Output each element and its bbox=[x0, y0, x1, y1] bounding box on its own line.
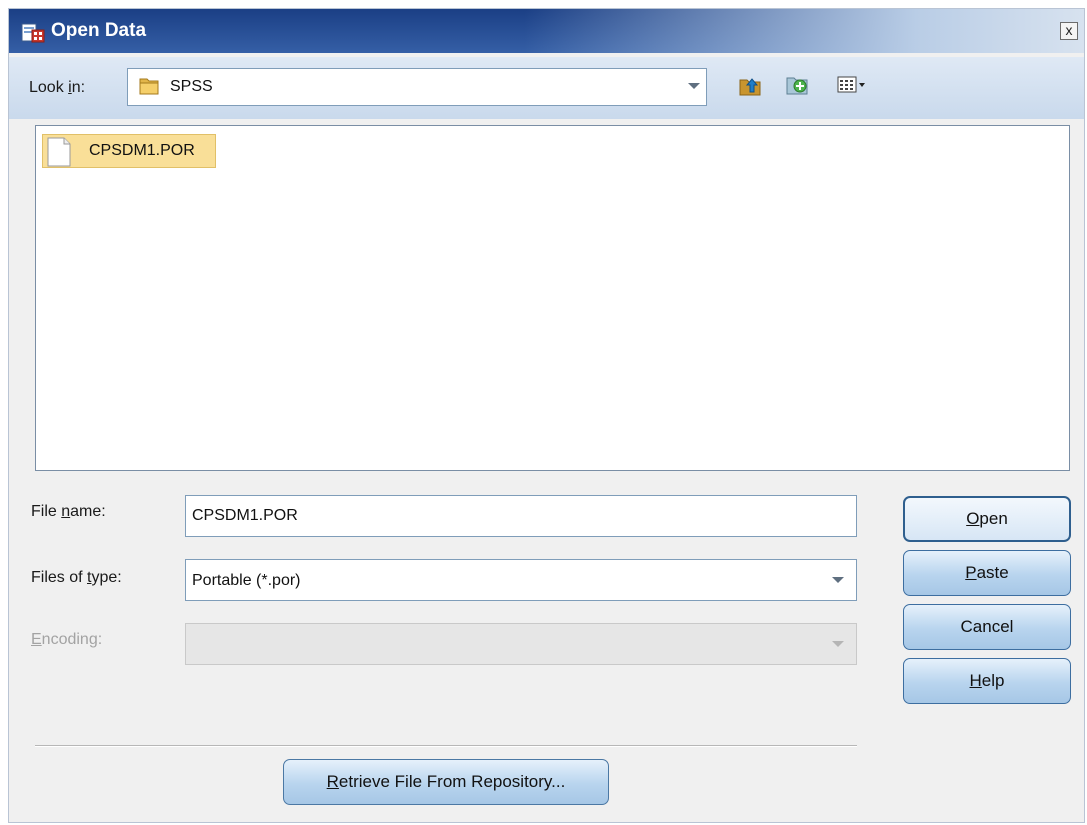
files-of-type-label: Files of type: bbox=[31, 569, 122, 586]
dialog-title: Open Data bbox=[51, 20, 147, 41]
files-of-type-value: Portable (*.por) bbox=[192, 572, 301, 589]
encoding-combo bbox=[185, 623, 857, 665]
file-name-label: File name: bbox=[31, 503, 106, 520]
new-folder-icon[interactable] bbox=[785, 72, 811, 96]
chevron-down-icon[interactable] bbox=[832, 577, 844, 583]
files-of-type-combo[interactable]: Portable (*.por) bbox=[185, 559, 857, 601]
open-data-dialog: Open Data x Look in: SPSS CPSDM1.POR Fil… bbox=[8, 8, 1085, 823]
document-icon bbox=[47, 137, 71, 167]
look-in-bar: Look in: SPSS bbox=[9, 57, 1084, 119]
close-button[interactable]: x bbox=[1060, 22, 1078, 40]
chevron-down-icon[interactable] bbox=[688, 83, 700, 89]
title-bar[interactable]: Open Data x bbox=[9, 9, 1084, 53]
look-in-combo[interactable]: SPSS bbox=[127, 68, 707, 106]
help-button[interactable]: Help bbox=[903, 658, 1071, 704]
up-folder-icon[interactable] bbox=[737, 74, 763, 98]
separator bbox=[35, 745, 857, 747]
chevron-down-icon bbox=[832, 641, 844, 647]
file-name: CPSDM1.POR bbox=[89, 142, 195, 159]
view-menu-icon[interactable] bbox=[837, 74, 867, 98]
close-icon: x bbox=[1065, 22, 1073, 38]
cancel-button[interactable]: Cancel bbox=[903, 604, 1071, 650]
look-in-value: SPSS bbox=[170, 78, 213, 95]
file-name-field[interactable]: CPSDM1.POR bbox=[185, 495, 857, 537]
file-name-value: CPSDM1.POR bbox=[192, 507, 298, 524]
file-item[interactable]: CPSDM1.POR bbox=[42, 134, 216, 168]
encoding-label: Encoding: bbox=[31, 631, 103, 648]
paste-button[interactable]: Paste bbox=[903, 550, 1071, 596]
retrieve-from-repository-button[interactable]: Retrieve File From Repository... bbox=[283, 759, 609, 805]
spss-app-icon bbox=[21, 21, 45, 43]
open-button[interactable]: Open bbox=[903, 496, 1071, 542]
look-in-label: Look in: bbox=[29, 79, 86, 96]
file-list[interactable]: CPSDM1.POR bbox=[35, 125, 1070, 471]
folder-icon bbox=[138, 75, 160, 97]
